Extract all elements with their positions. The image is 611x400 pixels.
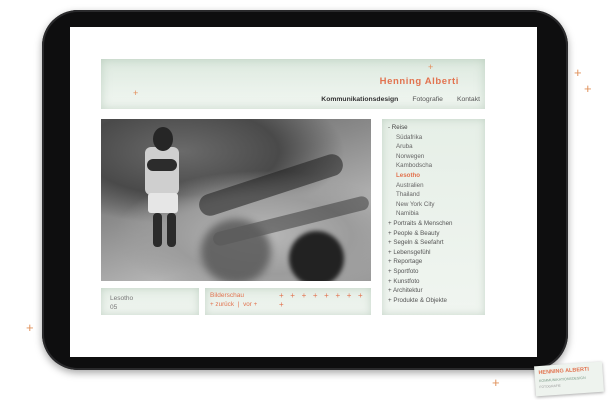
nav-item-kommunikationsdesign[interactable]: Kommunikationsdesign xyxy=(321,96,398,103)
main-nav: Kommunikationsdesign Fotografie Kontakt xyxy=(321,96,480,103)
nav-item-fotografie[interactable]: Fotografie xyxy=(412,96,443,103)
menu-item-lesotho[interactable]: Lesotho xyxy=(388,171,452,181)
menu-category-architektur[interactable]: + Architektur xyxy=(388,286,452,296)
menu-category-sportfoto[interactable]: + Sportfoto xyxy=(388,267,452,277)
menu-item-thailand[interactable]: Thailand xyxy=(388,190,452,200)
menu-category-produkte[interactable]: + Produkte & Objekte xyxy=(388,296,452,306)
gallery-menu: - Reise Südafrika Aruba Norwegen Kambods… xyxy=(382,119,485,315)
separator: | xyxy=(237,301,240,308)
next-link[interactable]: vor + xyxy=(243,301,257,308)
menu-item-australien[interactable]: Australien xyxy=(388,181,452,191)
nav-item-kontakt[interactable]: Kontakt xyxy=(457,96,480,103)
tablet-screen: + + Henning Alberti Kommunikationsdesign… xyxy=(70,27,537,357)
menu-item-aruba[interactable]: Aruba xyxy=(388,142,452,152)
menu-category-people-beauty[interactable]: + People & Beauty xyxy=(388,229,452,239)
back-link[interactable]: + zurück xyxy=(210,301,234,308)
plus-star-icon: + xyxy=(26,320,34,335)
plus-icon: + xyxy=(428,62,434,72)
caption-number: 05 xyxy=(110,304,118,311)
menu-category-reportage[interactable]: + Reportage xyxy=(388,257,452,267)
menu-category-segeln[interactable]: + Segeln & Seefahrt xyxy=(388,238,452,248)
site-title[interactable]: Henning Alberti xyxy=(380,76,459,87)
menu-item-kambodscha[interactable]: Kambodscha xyxy=(388,161,452,171)
caption-place: Lesotho xyxy=(110,295,134,302)
menu-section-reise[interactable]: - Reise xyxy=(388,123,452,133)
plus-star-icon: + xyxy=(574,65,582,80)
menu-item-new-york-city[interactable]: New York City xyxy=(388,200,452,210)
menu-category-kunstfoto[interactable]: + Kunstfoto xyxy=(388,277,452,287)
slideshow-controls: Bilderschau + + + + + + + + + + zurück |… xyxy=(205,288,371,315)
menu-item-namibia[interactable]: Namibia xyxy=(388,209,452,219)
plus-star-icon: + xyxy=(584,81,592,96)
card-name: HENNING ALBERTI xyxy=(538,366,590,377)
gallery-photo[interactable] xyxy=(101,119,371,281)
slideshow-plus-row: + + + + + + + + + xyxy=(279,291,365,309)
slideshow-title: Bilderschau xyxy=(210,292,244,299)
card-line-2: KOMMUNIKATIONSDESIGN xyxy=(538,375,586,384)
menu-category-lebensgefuehl[interactable]: + Lebensgefühl xyxy=(388,248,452,258)
business-card: HENNING ALBERTI KOMMUNIKATIONSDESIGN FOT… xyxy=(534,361,604,397)
site-header: + + Henning Alberti Kommunikationsdesign… xyxy=(101,59,485,109)
menu-item-norwegen[interactable]: Norwegen xyxy=(388,152,452,162)
menu-item-suedafrika[interactable]: Südafrika xyxy=(388,133,452,143)
plus-star-icon: + xyxy=(492,375,500,390)
photo-caption: Lesotho 05 xyxy=(101,288,199,315)
card-line-3: FOTOGRAFIE xyxy=(539,383,561,390)
plus-icon: + xyxy=(133,88,139,98)
menu-category-portraits[interactable]: + Portraits & Menschen xyxy=(388,219,452,229)
